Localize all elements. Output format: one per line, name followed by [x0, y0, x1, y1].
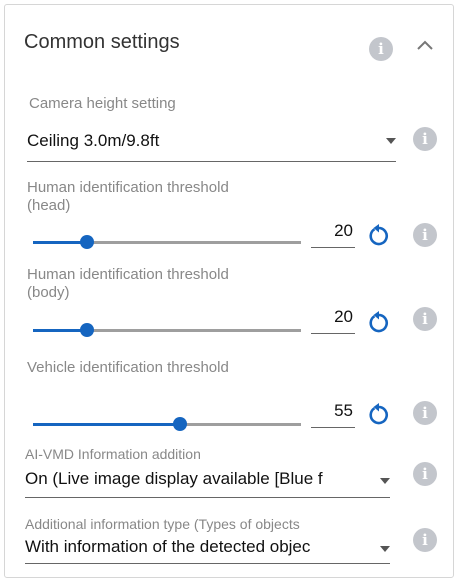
human-head-label-2: (head): [27, 197, 71, 214]
reset-icon[interactable]: [366, 402, 392, 428]
human-body-value-underline: [311, 333, 355, 334]
human-head-value-underline: [311, 247, 355, 248]
additional-info-value[interactable]: With information of the detected objec: [25, 537, 373, 557]
human-head-value[interactable]: 20: [311, 221, 353, 241]
vehicle-value-underline: [311, 427, 355, 428]
slider-thumb[interactable]: [173, 417, 188, 431]
vehicle-label: Vehicle identification threshold: [27, 359, 229, 376]
info-icon[interactable]: i: [413, 528, 437, 552]
reset-icon[interactable]: [366, 310, 392, 336]
slider-fill: [33, 329, 87, 332]
human-body-label-2: (body): [27, 284, 70, 301]
info-icon[interactable]: i: [413, 462, 437, 486]
additional-info-label: Additional information type (Types of ob…: [25, 516, 300, 532]
slider-fill: [33, 423, 181, 426]
caret-down-icon[interactable]: [386, 138, 396, 144]
chevron-up-icon[interactable]: [415, 38, 435, 52]
info-icon[interactable]: i: [369, 37, 393, 61]
aivmd-underline: [25, 497, 390, 498]
slider-thumb[interactable]: [79, 323, 94, 337]
slider-thumb[interactable]: [79, 235, 94, 249]
camera-height-underline: [27, 161, 396, 162]
info-icon[interactable]: i: [413, 401, 437, 425]
info-icon[interactable]: i: [413, 223, 437, 247]
caret-down-icon[interactable]: [380, 546, 390, 552]
slider-fill: [33, 241, 87, 244]
human-body-label-1: Human identification threshold: [27, 266, 229, 283]
info-icon[interactable]: i: [413, 307, 437, 331]
human-head-label-1: Human identification threshold: [27, 179, 229, 196]
human-head-slider[interactable]: [33, 235, 301, 249]
human-body-slider[interactable]: [33, 323, 301, 337]
section-title: Common settings: [24, 31, 180, 53]
additional-info-underline: [25, 563, 390, 564]
vehicle-value[interactable]: 55: [311, 401, 353, 421]
camera-height-value[interactable]: Ceiling 3.0m/9.8ft: [27, 131, 367, 151]
human-body-value[interactable]: 20: [311, 307, 353, 327]
info-icon[interactable]: i: [413, 127, 437, 151]
aivmd-label: AI-VMD Information addition: [25, 446, 201, 462]
caret-down-icon[interactable]: [380, 478, 390, 484]
common-settings-panel: Common settings i Camera height setting …: [4, 4, 454, 578]
camera-height-label: Camera height setting: [29, 95, 176, 112]
reset-icon[interactable]: [366, 223, 392, 249]
vehicle-slider[interactable]: [33, 417, 301, 431]
aivmd-value[interactable]: On (Live image display available [Blue f: [25, 469, 373, 489]
